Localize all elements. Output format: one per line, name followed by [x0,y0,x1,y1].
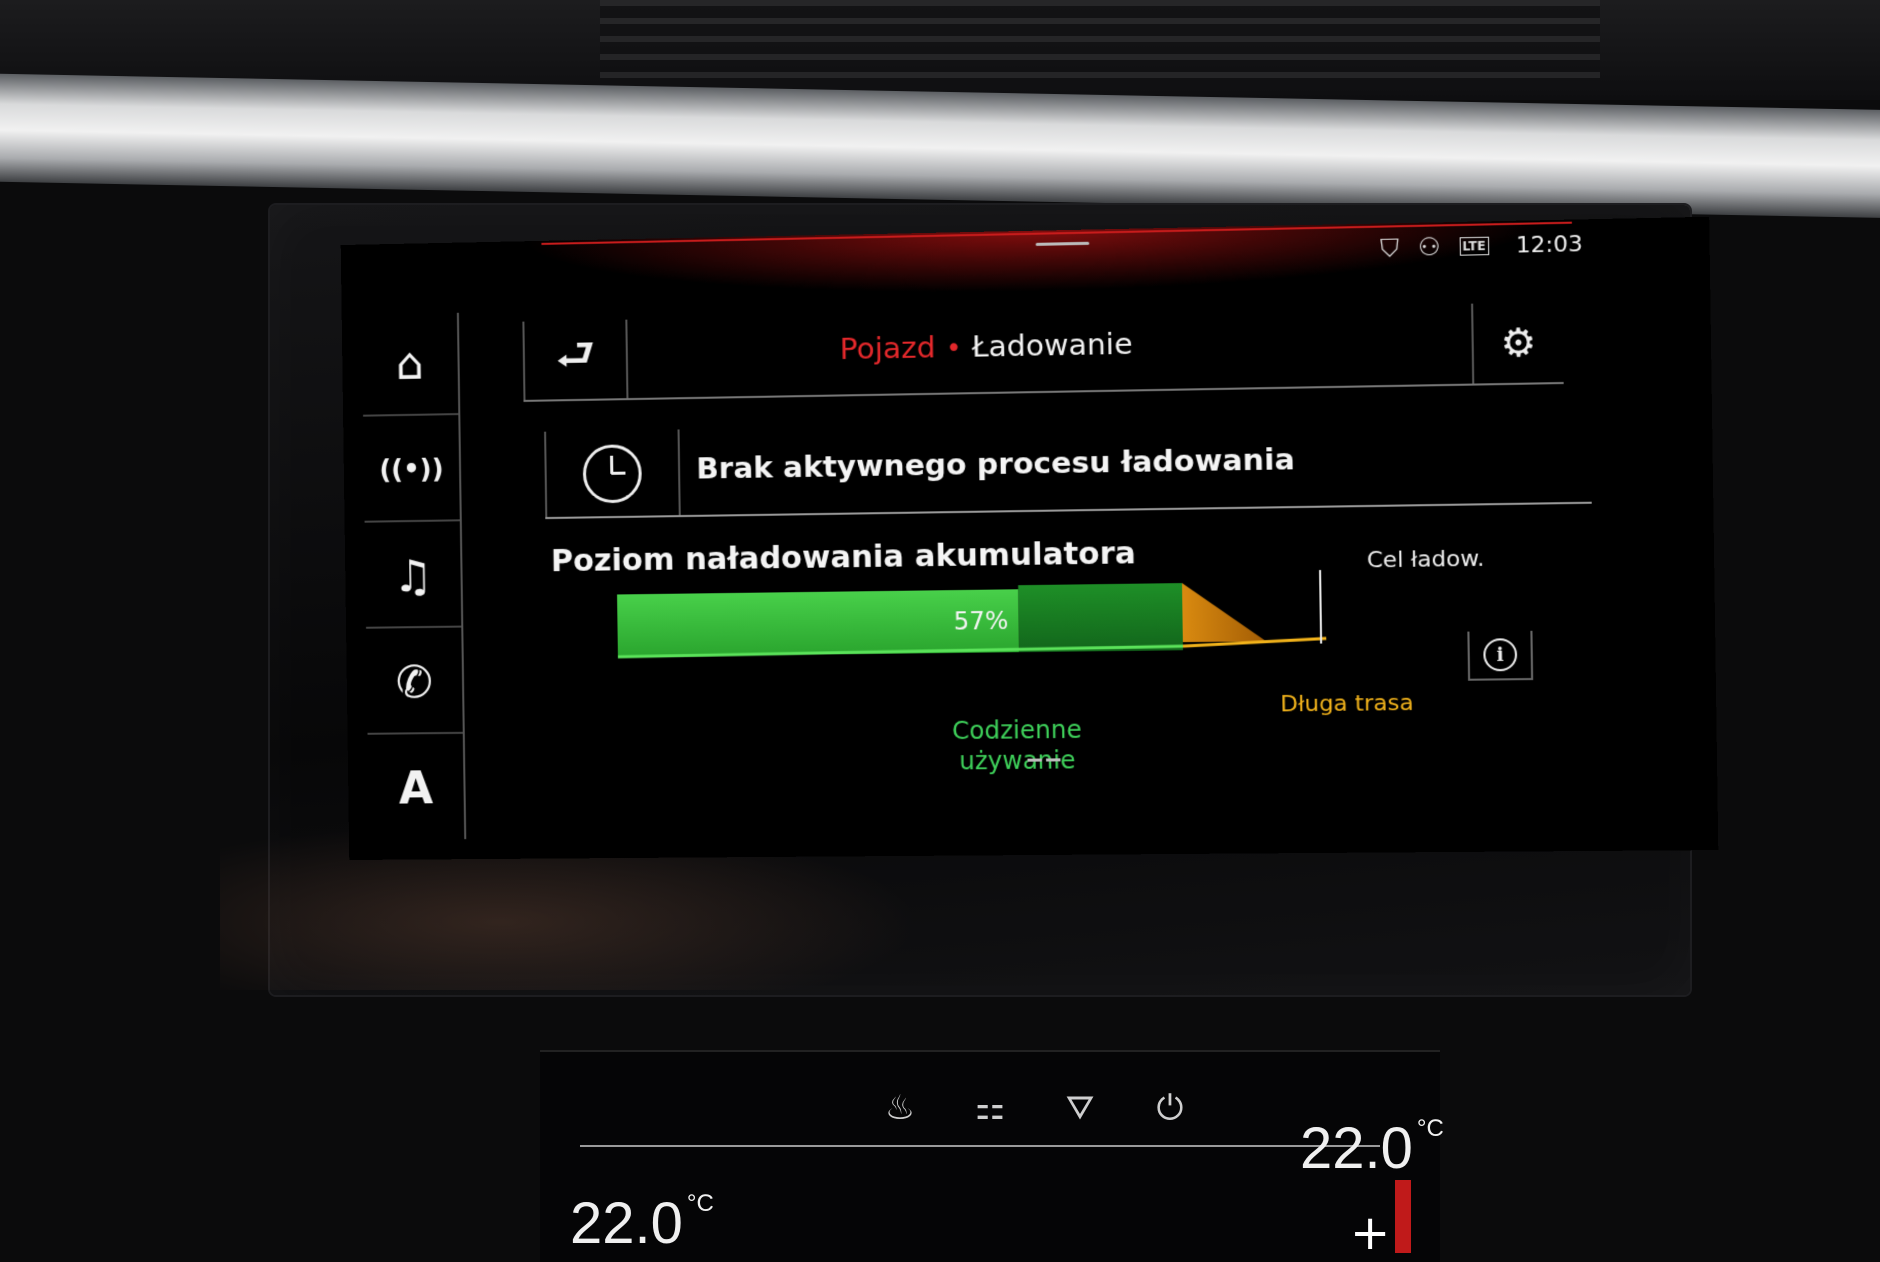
left-temperature-value: 22.0 [570,1191,683,1256]
long-trip-segment [1182,581,1266,643]
info-button[interactable]: i [1467,630,1534,681]
infotainment-screen: ⛉ ⚇ LTE 12:03 ⌂ ((•)) ♫ ✆ A ⮐ Pojazd • Ład… [340,216,1719,860]
left-temperature[interactable]: 22.0 °C [570,1190,714,1257]
info-icon: i [1483,638,1518,672]
left-temperature-unit: °C [686,1190,714,1217]
right-temperature[interactable]: 22.0 °C [1300,1115,1444,1182]
temperature-indicator [1395,1180,1411,1253]
daily-use-segment [1018,583,1183,653]
right-temperature-unit: °C [1416,1115,1444,1142]
charge-target-marker [1320,570,1321,644]
charge-target-label: Cel ładow. [1366,546,1485,574]
daily-use-label: Codzienne używanie [951,715,1082,776]
page-dot [1046,758,1061,762]
page-dot [1027,758,1042,762]
long-trip-label: Długa trasa [1280,690,1414,718]
seat-fan-icon[interactable]: ⚏ [960,1088,1020,1128]
climate-power-icon[interactable]: ⏻ [1140,1088,1200,1128]
page-indicator [1027,758,1061,762]
right-temperature-value: 22.0 [1300,1116,1413,1181]
vent-slats [600,0,1600,90]
charge-percent-label: 57% [953,607,1008,636]
defrost-off-icon[interactable]: ⛛ [1050,1088,1110,1128]
seat-heat-icon[interactable]: ♨ [870,1088,930,1128]
